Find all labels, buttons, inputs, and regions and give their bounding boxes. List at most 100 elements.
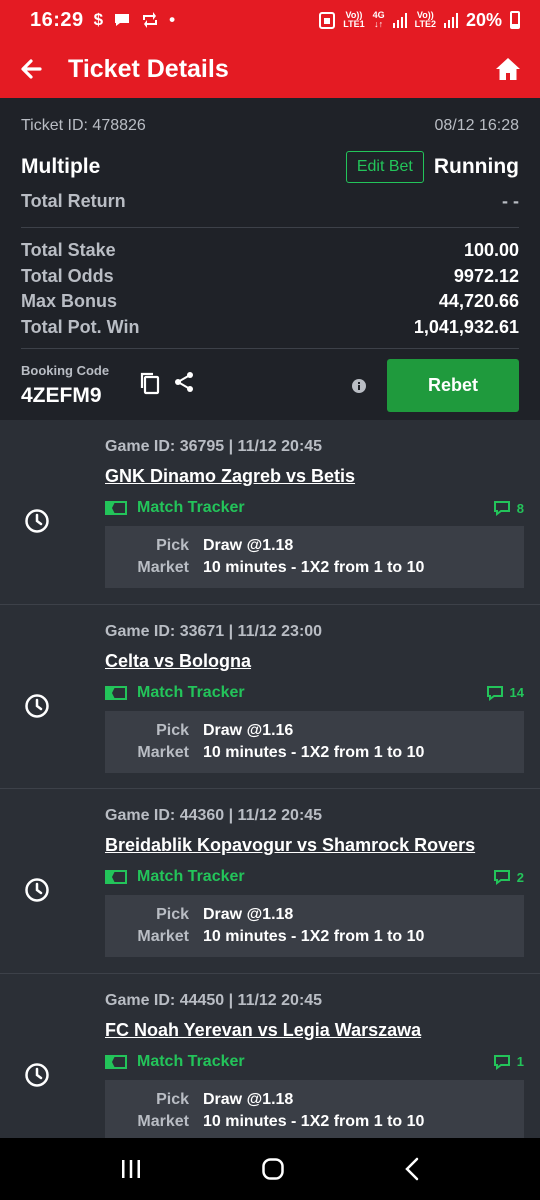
- total-return-label: Total Return: [21, 191, 126, 211]
- pick-box: Pick Draw @1.18 Market 10 minutes - 1X2 fr…: [105, 1079, 524, 1138]
- dot-icon: •: [169, 10, 176, 29]
- ticket-datetime: 08/12 16:28: [434, 117, 519, 134]
- total-odds-label: Total Odds: [21, 265, 114, 286]
- comments-count: 8: [516, 500, 524, 516]
- pick-value: Draw @1.18: [203, 537, 294, 554]
- total-stake-value: 100.00: [463, 240, 519, 261]
- copy-icon[interactable]: [139, 371, 161, 395]
- match-tracker-icon[interactable]: [105, 501, 127, 515]
- market-label: Market: [137, 559, 189, 576]
- bet-type: Multiple: [21, 155, 101, 178]
- clock-icon: [25, 1062, 49, 1087]
- signal-icon: [392, 12, 407, 28]
- list-item: Game ID: 44450 | 11/12 20:45 FC Noah Yer…: [0, 974, 540, 1138]
- match-link[interactable]: Celta vs Bologna: [105, 651, 524, 672]
- total-stake-row: Total Stake 100.00: [21, 238, 519, 264]
- home-icon[interactable]: [494, 56, 522, 82]
- divider: [21, 227, 519, 228]
- rebet-button[interactable]: Rebet: [387, 359, 519, 412]
- back-chevron-icon[interactable]: [404, 1157, 420, 1181]
- game-id: Game ID: 36795 | 11/12 20:45: [105, 438, 323, 455]
- pick-value: Draw @1.18: [203, 906, 294, 923]
- pick-box: Pick Draw @1.18 Market 10 minutes - 1X2 fr…: [105, 895, 524, 957]
- app-header: Ticket Details: [0, 40, 540, 98]
- comments-button[interactable]: 1: [493, 1054, 524, 1070]
- match-tracker-link[interactable]: Match Tracker: [137, 684, 245, 702]
- clock-icon: [25, 878, 49, 902]
- game-id: Game ID: 33671 | 11/12 23:00: [105, 622, 323, 640]
- status-bar: 16:29 $ • Vo)) LTE1 4G ↓↑ Vo)) LTE2 20%: [0, 0, 540, 40]
- match-tracker-icon[interactable]: [105, 1054, 127, 1069]
- comment-icon: [486, 685, 503, 701]
- edit-bet-button[interactable]: Edit Bet: [345, 151, 424, 183]
- sim1-label: LTE1: [343, 19, 365, 29]
- clock-icon: [25, 693, 49, 718]
- comments-button[interactable]: 2: [493, 869, 524, 885]
- comment-icon: [493, 501, 510, 516]
- sim2-label: LTE2: [414, 19, 436, 29]
- match-tracker-link[interactable]: Match Tracker: [137, 499, 245, 517]
- market-label: Market: [137, 1112, 189, 1130]
- back-arrow-icon[interactable]: [18, 56, 44, 82]
- total-odds-row: Total Odds 9972.12: [21, 264, 519, 290]
- pick-box: Pick Draw @1.18 Market 10 minutes - 1X2 fr…: [105, 526, 524, 588]
- match-link[interactable]: GNK Dinamo Zagreb vs Betis: [105, 466, 524, 487]
- info-icon[interactable]: [351, 378, 367, 394]
- recent-apps-icon[interactable]: [120, 1159, 142, 1179]
- total-odds-value: 9972.12: [453, 265, 519, 286]
- match-tracker-link[interactable]: Match Tracker: [137, 1053, 245, 1071]
- ticket-id: Ticket ID: 478826: [21, 117, 146, 134]
- pick-label: Pick: [156, 537, 189, 554]
- list-item: Game ID: 33671 | 11/12 23:00 Celta vs Bo…: [0, 605, 540, 789]
- booking-code: 4ZEFM9: [21, 384, 102, 407]
- pick-box: Pick Draw @1.16 Market 10 minutes - 1X2 fr…: [105, 710, 524, 773]
- ticket-status: Running: [433, 155, 519, 178]
- retweet-icon: [143, 12, 158, 28]
- home-circle-icon[interactable]: [261, 1157, 285, 1181]
- match-tracker-link[interactable]: Match Tracker: [137, 868, 245, 886]
- total-stake-label: Total Stake: [21, 240, 116, 261]
- total-pot-win-value: 1,041,932.61: [413, 316, 519, 337]
- alarm-icon: [319, 12, 336, 29]
- market-value: 10 minutes - 1X2 from 1 to 10: [203, 1112, 425, 1130]
- signal-icon: [443, 12, 458, 28]
- match-link[interactable]: FC Noah Yerevan vs Legia Warszawa: [105, 1020, 524, 1041]
- pick-label: Pick: [156, 721, 189, 739]
- share-icon[interactable]: [173, 371, 195, 393]
- match-tracker-icon[interactable]: [105, 870, 127, 884]
- chat-icon: [115, 14, 130, 26]
- sim2-indicator: Vo)) LTE2: [415, 11, 436, 29]
- list-item: Game ID: 44360 | 11/12 20:45 Breidablik …: [0, 789, 540, 974]
- total-pot-win-label: Total Pot. Win: [21, 316, 140, 337]
- pick-value: Draw @1.18: [203, 1090, 294, 1108]
- status-time: 16:29: [30, 8, 84, 31]
- max-bonus-label: Max Bonus: [21, 291, 118, 312]
- page-title: Ticket Details: [68, 54, 229, 83]
- total-pot-win-row: Total Pot. Win 1,041,932.61: [21, 315, 519, 341]
- comments-button[interactable]: 14: [486, 685, 524, 701]
- game-id: Game ID: 44360 | 11/12 20:45: [105, 807, 323, 824]
- dollar-icon: $: [93, 10, 104, 29]
- sim1-indicator: Vo)) LTE1: [343, 11, 364, 29]
- comments-count: 1: [516, 1054, 524, 1069]
- pick-label: Pick: [156, 906, 189, 923]
- comments-button[interactable]: 8: [493, 500, 524, 516]
- market-value: 10 minutes - 1X2 from 1 to 10: [203, 559, 425, 576]
- market-value: 10 minutes - 1X2 from 1 to 10: [203, 743, 425, 761]
- comment-icon: [493, 1054, 510, 1070]
- network-type: 4G ↓↑: [373, 11, 385, 29]
- battery-percent: 20%: [465, 9, 502, 30]
- match-link[interactable]: Breidablik Kopavogur vs Shamrock Rovers: [105, 835, 524, 856]
- market-value: 10 minutes - 1X2 from 1 to 10: [203, 928, 425, 945]
- selections-list: Game ID: 36795 | 11/12 20:45 GNK Dinamo …: [0, 420, 540, 1138]
- pick-value: Draw @1.16: [203, 721, 294, 739]
- game-id: Game ID: 44450 | 11/12 20:45: [105, 991, 323, 1009]
- market-label: Market: [137, 743, 189, 761]
- system-nav-bar: [0, 1138, 540, 1200]
- market-label: Market: [137, 928, 189, 945]
- booking-code-label: Booking Code: [21, 363, 110, 378]
- match-tracker-icon[interactable]: [105, 685, 127, 700]
- max-bonus-row: Max Bonus 44,720.66: [21, 289, 519, 315]
- ticket-summary: Ticket ID: 478826 08/12 16:28 Multiple E…: [0, 98, 540, 420]
- battery-icon: [510, 11, 520, 29]
